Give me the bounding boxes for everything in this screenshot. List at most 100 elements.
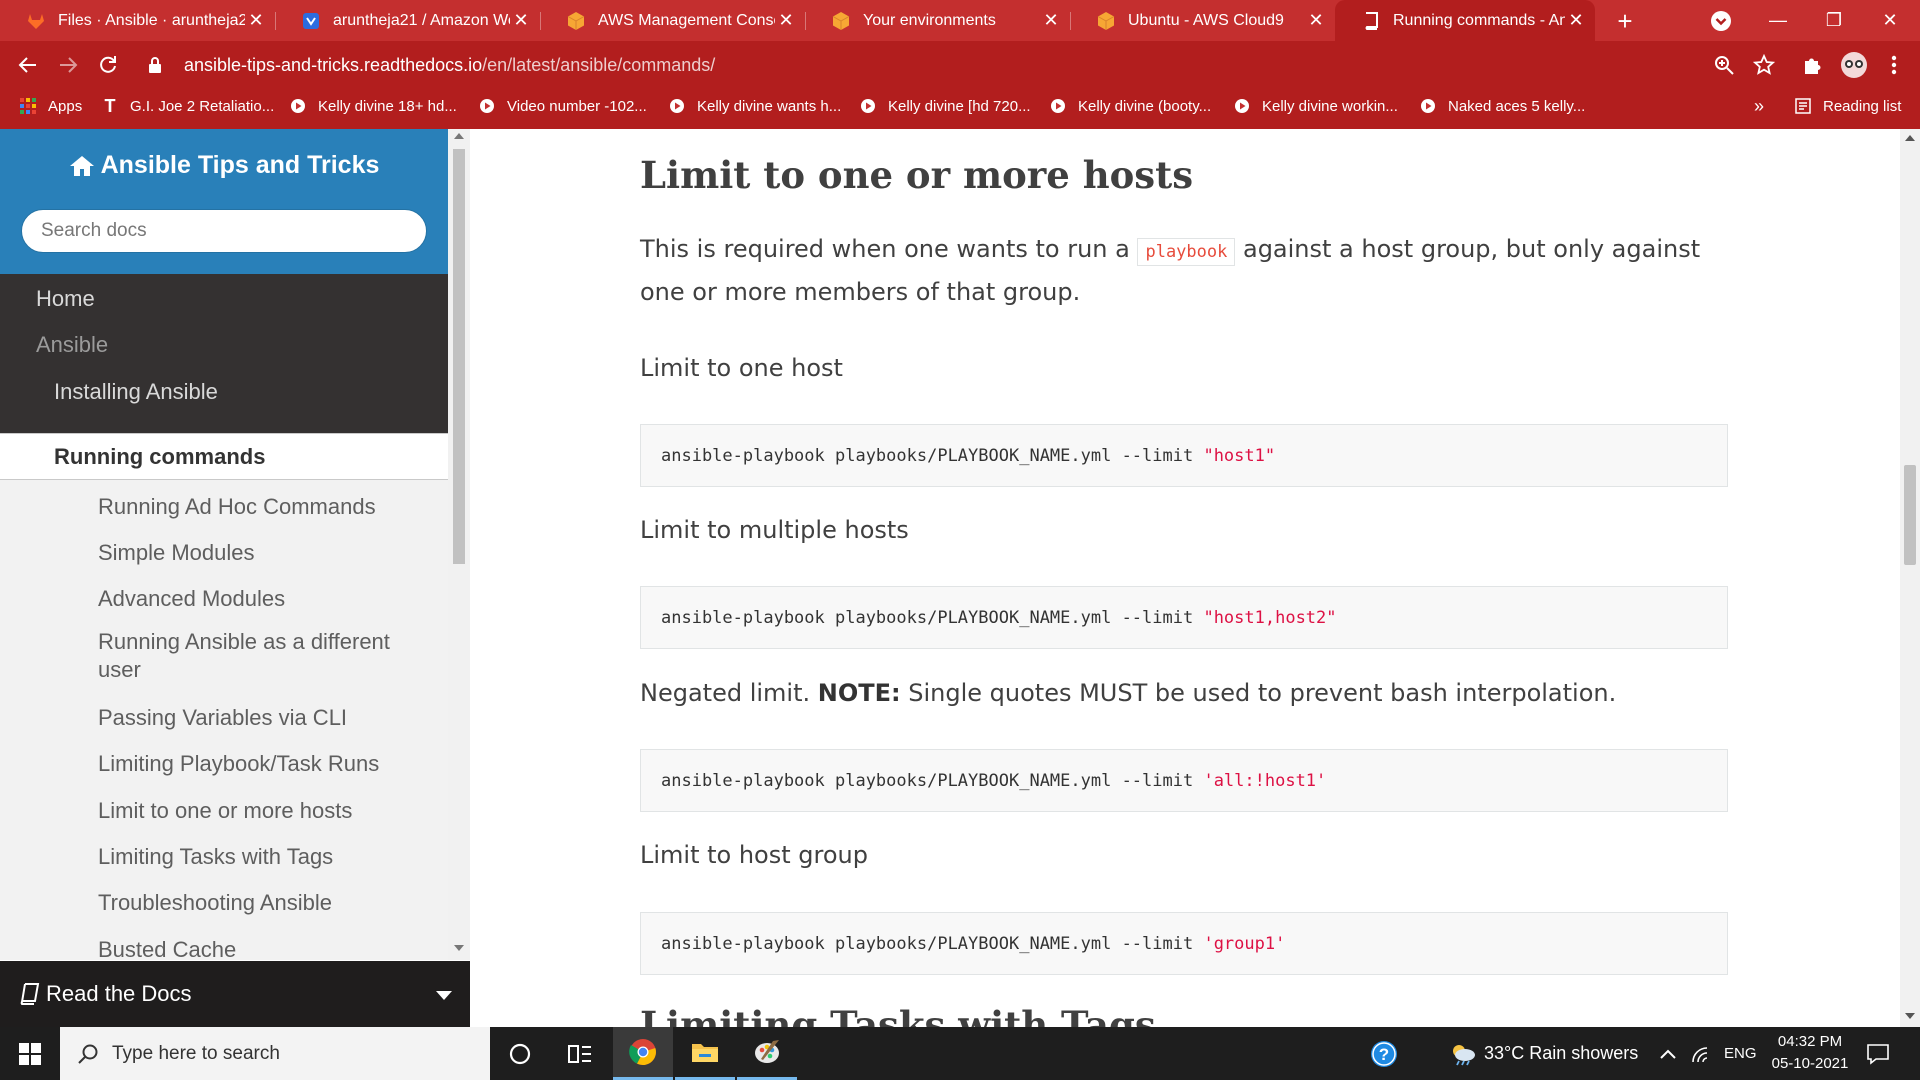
sidebar-scrollbar[interactable] bbox=[448, 129, 470, 960]
sidebar-item-different-user[interactable]: Running Ansible as a different user bbox=[0, 627, 448, 685]
forward-button[interactable] bbox=[52, 49, 84, 81]
bookmark-gi-joe[interactable]: T G.I. Joe 2 Retaliatio... bbox=[102, 89, 275, 123]
scroll-up-arrow-icon[interactable] bbox=[1905, 135, 1915, 141]
back-button[interactable] bbox=[12, 49, 44, 81]
paint-app-button[interactable] bbox=[737, 1027, 797, 1080]
sidebar-scroll-thumb[interactable] bbox=[453, 149, 465, 564]
tab-your-environments[interactable]: Your environments ✕ bbox=[805, 0, 1070, 41]
bookmark-video-6[interactable]: Kelly divine workin... bbox=[1234, 89, 1398, 123]
caret-down-icon bbox=[436, 991, 452, 1000]
bookmarks-bar: Apps T G.I. Joe 2 Retaliatio... Kelly di… bbox=[0, 89, 1920, 129]
svg-text:?: ? bbox=[1379, 1045, 1389, 1064]
notifications-button[interactable] bbox=[1866, 1027, 1890, 1080]
tab-running-commands[interactable]: Running commands - Ansible ✕ bbox=[1335, 0, 1595, 41]
forward-arrow-icon bbox=[60, 57, 78, 73]
close-icon[interactable]: ✕ bbox=[1040, 10, 1062, 31]
tab-gitlab[interactable]: Files · Ansible · aruntheja21 ✕ bbox=[0, 0, 275, 41]
minimize-button[interactable]: — bbox=[1748, 0, 1808, 41]
sidebar-item-simple-modules[interactable]: Simple Modules bbox=[0, 535, 448, 571]
bookmark-video-2[interactable]: Video number -102... bbox=[479, 89, 647, 123]
play-icon bbox=[860, 98, 876, 114]
cortana-button[interactable] bbox=[490, 1027, 550, 1080]
intro-paragraph: This is required when one wants to run a… bbox=[640, 235, 1701, 306]
docs-content: Limit to one or more hosts This is requi… bbox=[470, 129, 1900, 1027]
sidebar-item-advanced-modules[interactable]: Advanced Modules bbox=[0, 581, 448, 617]
sidebar-item-ansible[interactable]: Ansible bbox=[0, 325, 448, 365]
section-title: Limit to one or more hosts bbox=[640, 153, 1194, 197]
bookmark-video-5[interactable]: Kelly divine (booty... bbox=[1050, 89, 1211, 123]
search-docs-input[interactable] bbox=[21, 209, 427, 253]
subheading-one-host: Limit to one host bbox=[640, 354, 843, 382]
page-scrollbar[interactable] bbox=[1900, 129, 1920, 1027]
close-icon[interactable]: ✕ bbox=[1305, 10, 1327, 31]
scroll-down-arrow-icon[interactable] bbox=[1905, 1013, 1915, 1019]
network-tray-button[interactable] bbox=[1690, 1027, 1712, 1080]
aws-icon bbox=[831, 11, 851, 31]
bookmark-video-3[interactable]: Kelly divine wants h... bbox=[669, 89, 841, 123]
weather-widget[interactable]: 33°C Rain showers bbox=[1448, 1027, 1638, 1080]
read-the-docs-versions-button[interactable]: Read the Docs bbox=[0, 961, 470, 1027]
bookmark-video-7[interactable]: Naked aces 5 kelly... bbox=[1420, 89, 1585, 123]
reading-list-button[interactable]: Reading list bbox=[1795, 89, 1901, 123]
bookmark-video-1[interactable]: Kelly divine 18+ hd... bbox=[290, 89, 457, 123]
zoom-icon[interactable] bbox=[1712, 53, 1736, 77]
bookmarks-overflow-button[interactable]: » bbox=[1754, 89, 1764, 123]
browser-toolbar: ansible-tips-and-tricks.readthedocs.io/e… bbox=[0, 41, 1920, 89]
wifi-icon bbox=[1692, 1046, 1708, 1062]
subheading-host-group: Limit to host group bbox=[640, 841, 868, 869]
browser-menu-icon[interactable] bbox=[1882, 53, 1906, 77]
sidebar-item-limiting-tags[interactable]: Limiting Tasks with Tags bbox=[0, 839, 448, 875]
start-button[interactable] bbox=[0, 1027, 60, 1080]
aws-icon bbox=[1096, 11, 1116, 31]
address-bar[interactable]: ansible-tips-and-tricks.readthedocs.io/e… bbox=[138, 47, 1768, 83]
language-indicator[interactable]: ENG bbox=[1724, 1027, 1757, 1080]
close-icon[interactable]: ✕ bbox=[245, 10, 267, 31]
help-tray-button[interactable]: ? bbox=[1370, 1027, 1398, 1080]
sidebar-item-running-commands[interactable]: Running commands bbox=[0, 433, 448, 480]
profile-avatar-icon[interactable] bbox=[1840, 51, 1868, 79]
tray-overflow-button[interactable] bbox=[1660, 1027, 1676, 1080]
tab-cloud9[interactable]: Ubuntu - AWS Cloud9 ✕ bbox=[1070, 0, 1335, 41]
sidebar-item-ad-hoc[interactable]: Running Ad Hoc Commands bbox=[0, 489, 448, 525]
aws-icon bbox=[566, 11, 586, 31]
scroll-up-arrow-icon[interactable] bbox=[454, 133, 464, 139]
sidebar-item-limit-hosts[interactable]: Limit to one or more hosts bbox=[0, 793, 448, 829]
bookmark-video-4[interactable]: Kelly divine [hd 720... bbox=[860, 89, 1031, 123]
scroll-down-arrow-icon[interactable] bbox=[454, 945, 464, 951]
sidebar-item-busted-cache[interactable]: Busted Cache bbox=[0, 932, 448, 960]
taskbar-clock[interactable]: 04:32 PM 05-10-2021 bbox=[1760, 1031, 1860, 1075]
page-scroll-thumb[interactable] bbox=[1904, 465, 1916, 565]
close-icon[interactable]: ✕ bbox=[510, 10, 532, 31]
taskbar-search-box[interactable]: Type here to search bbox=[60, 1027, 490, 1080]
bookmark-apps[interactable]: Apps bbox=[20, 89, 82, 123]
play-icon bbox=[290, 98, 306, 114]
inline-code-playbook: playbook bbox=[1137, 238, 1236, 266]
extensions-puzzle-icon[interactable] bbox=[1800, 53, 1824, 77]
reload-icon bbox=[100, 56, 116, 73]
code-block-one-host: ansible-playbook playbooks/PLAYBOOK_NAME… bbox=[640, 424, 1728, 487]
close-icon[interactable]: ✕ bbox=[775, 10, 797, 31]
play-icon bbox=[1050, 98, 1066, 114]
task-view-icon bbox=[568, 1044, 591, 1063]
sidebar-item-limiting-runs[interactable]: Limiting Playbook/Task Runs bbox=[0, 746, 448, 782]
sidebar-item-installing-ansible[interactable]: Installing Ansible bbox=[0, 372, 448, 412]
close-icon[interactable]: ✕ bbox=[1565, 10, 1587, 31]
bookmark-star-icon[interactable] bbox=[1752, 53, 1776, 77]
reload-button[interactable] bbox=[92, 49, 124, 81]
notification-icon bbox=[1867, 1043, 1889, 1065]
sidebar-item-troubleshooting[interactable]: Troubleshooting Ansible bbox=[0, 885, 448, 921]
file-explorer-button[interactable] bbox=[675, 1027, 735, 1080]
back-arrow-icon bbox=[18, 57, 36, 73]
sidebar-item-passing-variables[interactable]: Passing Variables via CLI bbox=[0, 700, 448, 736]
sidebar-item-home[interactable]: Home bbox=[0, 279, 448, 319]
new-tab-button[interactable]: + bbox=[1610, 6, 1640, 36]
play-icon bbox=[669, 98, 685, 114]
tab-aws-console[interactable]: AWS Management Console ✕ bbox=[540, 0, 805, 41]
restore-button[interactable]: ❐ bbox=[1804, 0, 1864, 41]
tab-search-button[interactable] bbox=[1710, 10, 1732, 32]
chrome-taskbar-button[interactable] bbox=[613, 1027, 673, 1080]
window-close-button[interactable]: ✕ bbox=[1860, 0, 1920, 41]
site-brand-link[interactable]: Ansible Tips and Tricks bbox=[0, 151, 448, 180]
task-view-button[interactable] bbox=[550, 1027, 610, 1080]
tab-amazon-web[interactable]: aruntheja21 / Amazon Web ✕ bbox=[275, 0, 540, 41]
